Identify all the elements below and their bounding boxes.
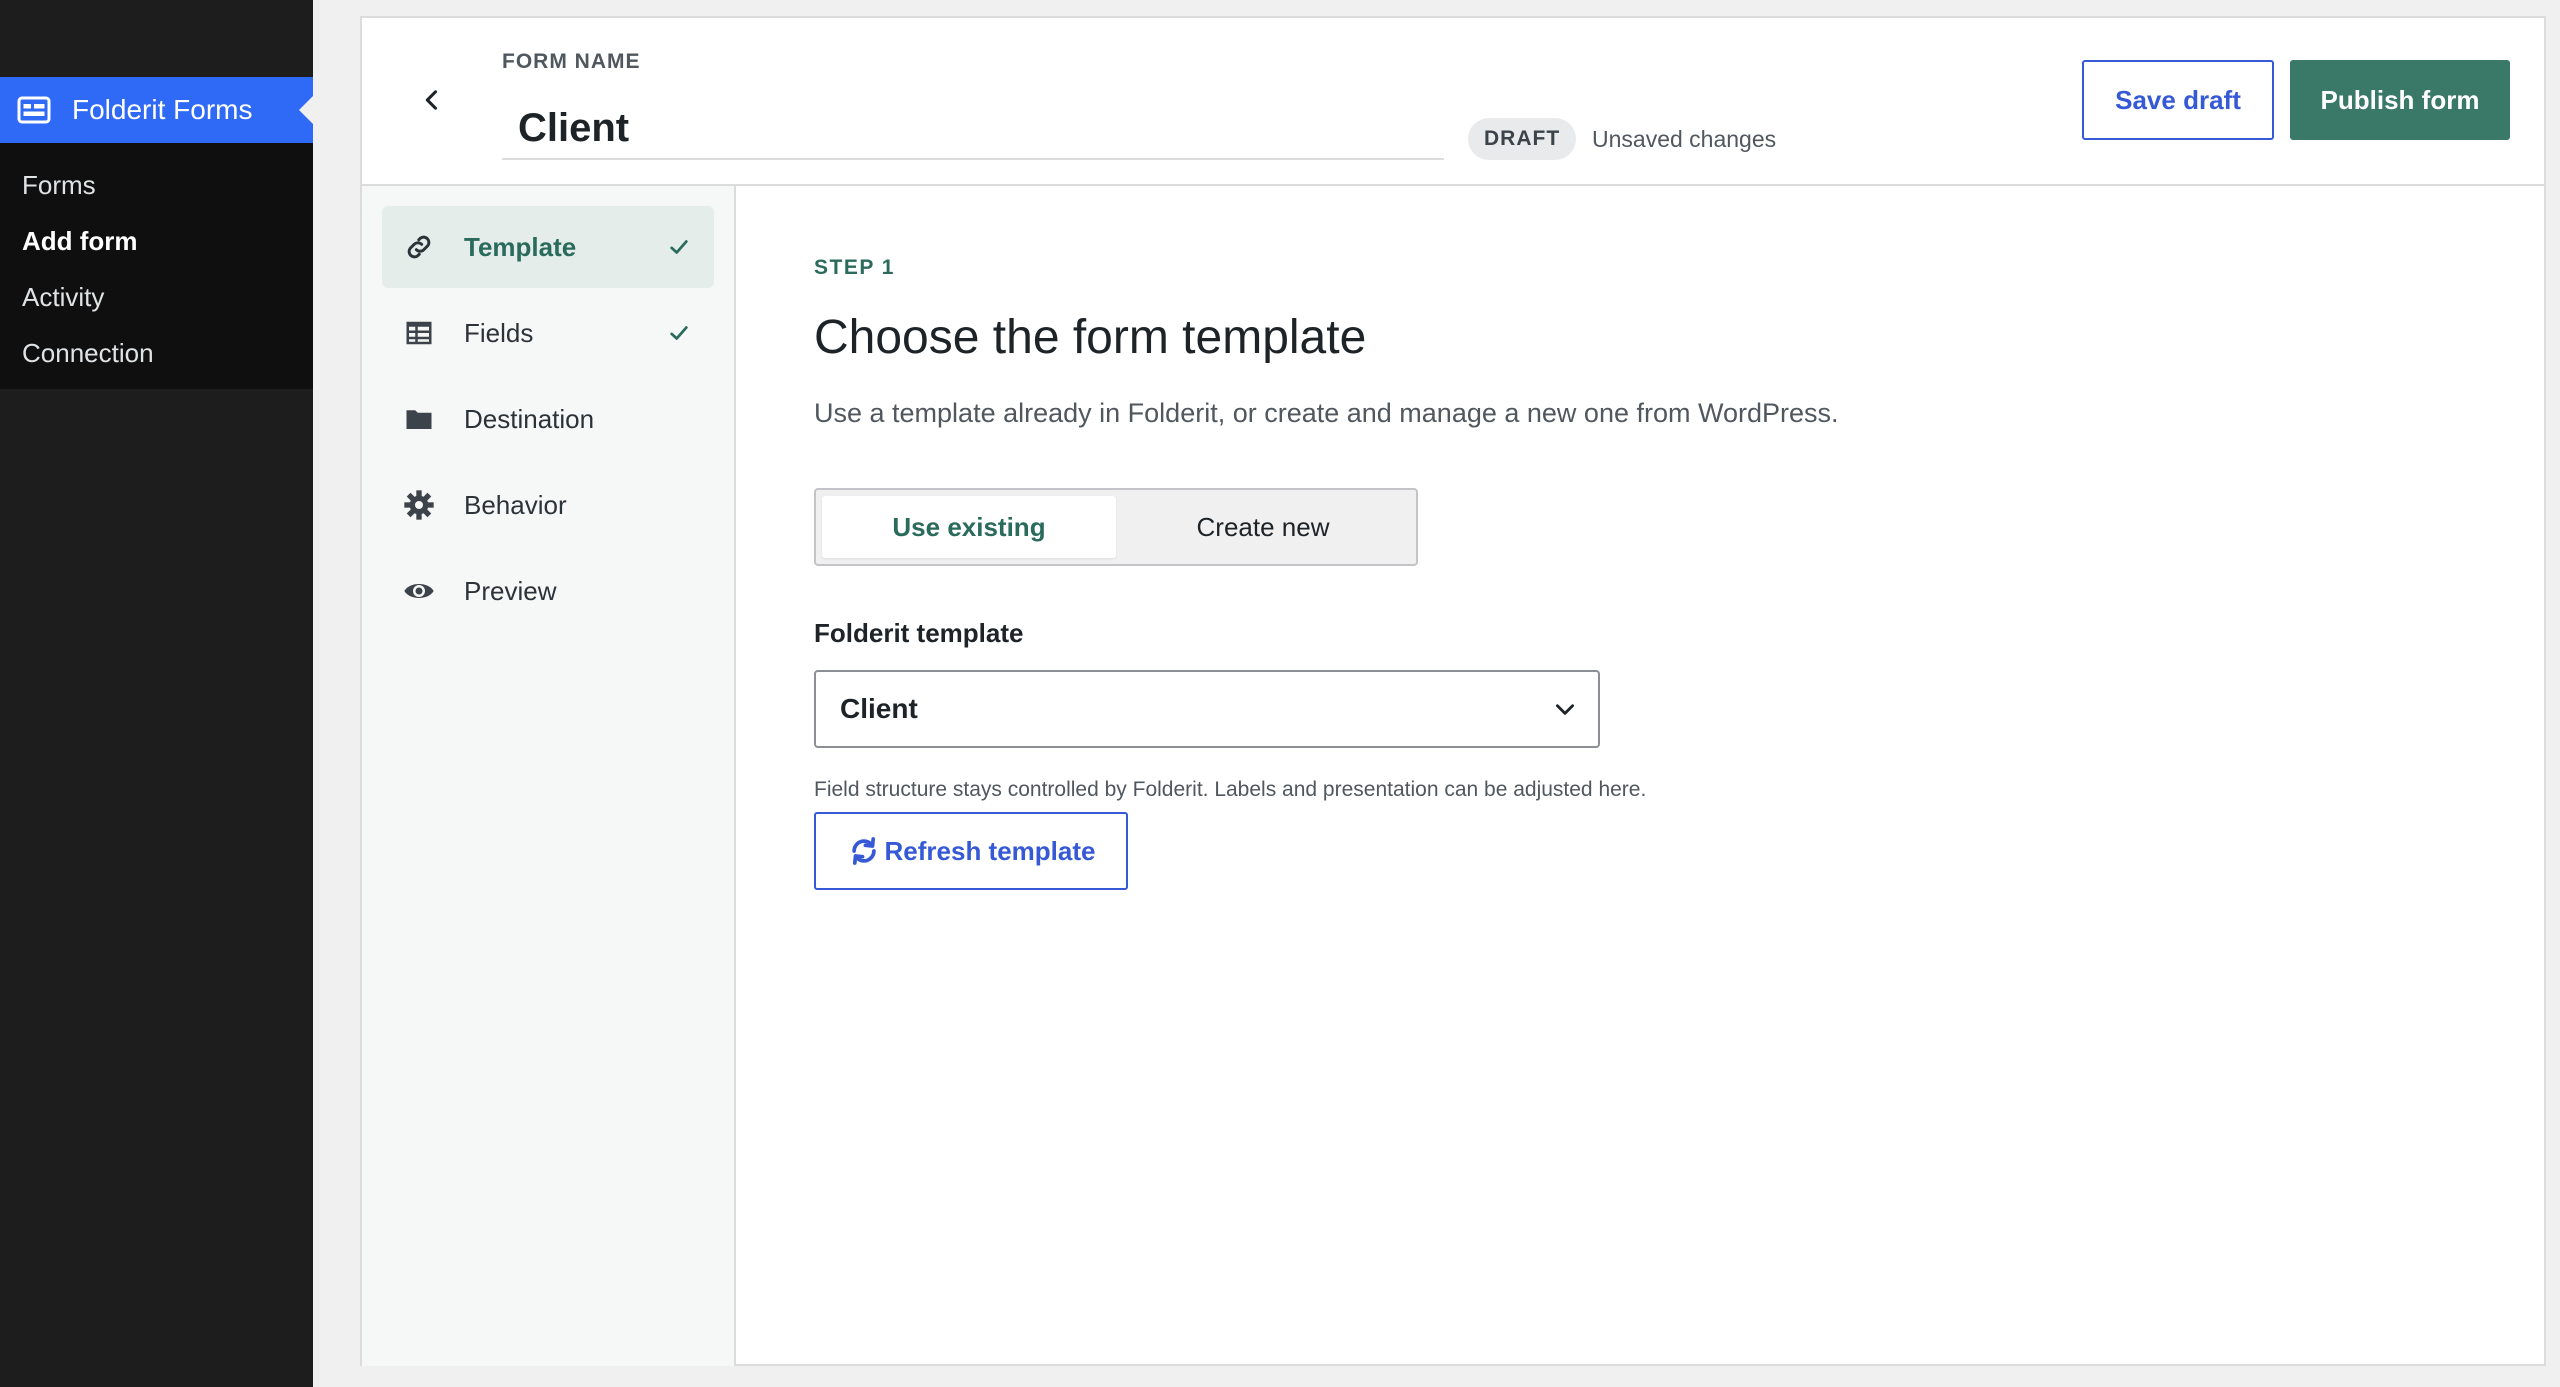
submenu-item-forms[interactable]: Forms bbox=[0, 157, 313, 213]
back-button[interactable] bbox=[412, 80, 452, 120]
step-behavior[interactable]: Behavior bbox=[382, 464, 714, 546]
step-destination[interactable]: Destination bbox=[382, 378, 714, 460]
step-preview[interactable]: Preview bbox=[382, 550, 714, 632]
step-template[interactable]: Template bbox=[382, 206, 714, 288]
step-label: Behavior bbox=[464, 489, 567, 520]
step-kicker: STEP 1 bbox=[814, 256, 895, 279]
check-icon bbox=[670, 326, 688, 340]
wp-admin-sidebar: Folderit Forms Forms Add form Activity C… bbox=[0, 0, 313, 1387]
form-name-input[interactable] bbox=[502, 98, 1444, 160]
step-label: Destination bbox=[464, 403, 595, 434]
page-title: Choose the form template bbox=[814, 311, 1367, 364]
unsaved-changes-text: Unsaved changes bbox=[1592, 126, 1777, 152]
submenu-item-connection[interactable]: Connection bbox=[0, 325, 313, 381]
step-label: Preview bbox=[464, 575, 557, 606]
step-label: Template bbox=[464, 231, 577, 262]
folderit-forms-menu: Folderit Forms Forms Add form Activity C… bbox=[0, 77, 313, 389]
template-select[interactable]: Client bbox=[814, 670, 1600, 748]
form-name-label: FORM NAME bbox=[502, 50, 641, 73]
refresh-icon bbox=[851, 837, 876, 865]
status-badge: DRAFT bbox=[1468, 118, 1577, 160]
template-field-label: Folderit template bbox=[814, 618, 1024, 648]
steps-nav: Template Fields Destination Behavior Pre… bbox=[362, 186, 736, 1366]
page-description: Use a template already in Folderit, or c… bbox=[814, 398, 1839, 428]
submenu-item-add-form[interactable]: Add form bbox=[0, 213, 313, 269]
create-new-button[interactable]: Create new bbox=[1116, 496, 1410, 558]
template-mode-toggle: Use existing Create new bbox=[814, 488, 1418, 566]
gear-icon bbox=[404, 490, 434, 520]
check-icon bbox=[670, 240, 688, 254]
step-fields[interactable]: Fields bbox=[382, 292, 714, 374]
step-label: Fields bbox=[464, 317, 534, 348]
link-icon bbox=[407, 235, 431, 259]
template-select-value: Client bbox=[840, 693, 918, 724]
menu-item-folderit-forms[interactable]: Folderit Forms bbox=[0, 77, 313, 143]
editor-header: FORM NAME DRAFT Unsaved changes Save dra… bbox=[362, 18, 2544, 186]
menu-title: Folderit Forms bbox=[72, 94, 253, 125]
template-help-text: Field structure stays controlled by Fold… bbox=[814, 778, 1647, 801]
refresh-template-label: Refresh template bbox=[884, 835, 1096, 866]
form-editor-card: FORM NAME DRAFT Unsaved changes Save dra… bbox=[360, 16, 2546, 1366]
step-content: STEP 1 Choose the form template Use a te… bbox=[736, 186, 2544, 1364]
chevron-left-icon bbox=[425, 90, 438, 110]
folder-icon bbox=[406, 410, 432, 429]
use-existing-button[interactable]: Use existing bbox=[822, 496, 1116, 558]
refresh-template-button[interactable]: Refresh template bbox=[814, 812, 1128, 890]
submenu: Forms Add form Activity Connection bbox=[0, 143, 313, 381]
chevron-down-icon bbox=[1556, 704, 1574, 715]
forms-icon bbox=[17, 96, 51, 124]
table-icon bbox=[406, 321, 432, 345]
publish-form-button[interactable]: Publish form bbox=[2290, 60, 2510, 140]
submenu-item-activity[interactable]: Activity bbox=[0, 269, 313, 325]
eye-icon bbox=[404, 584, 434, 598]
save-draft-button[interactable]: Save draft bbox=[2082, 60, 2274, 140]
